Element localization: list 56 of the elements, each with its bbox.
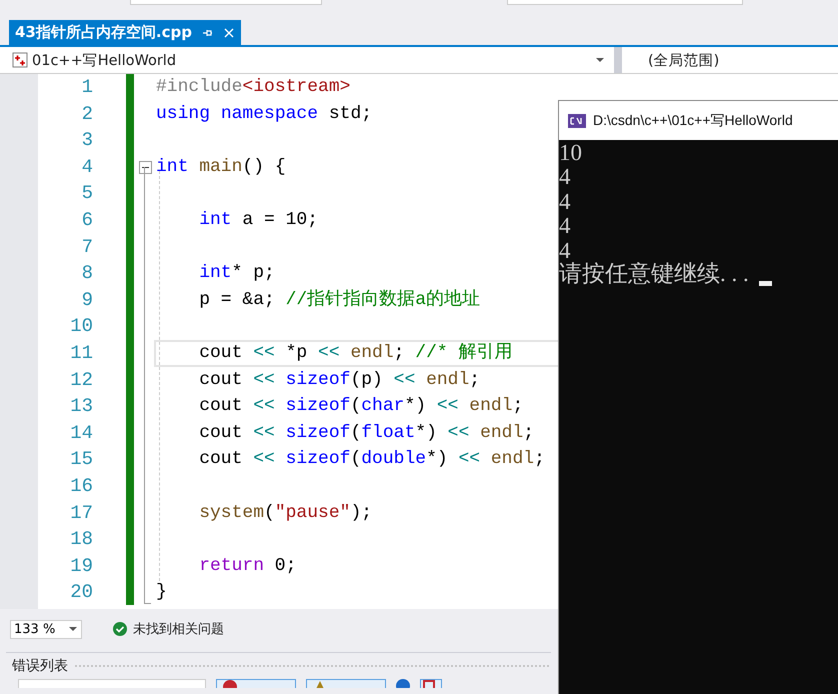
window-title: D:\csdn\c++\01c++写HelloWorld [593,112,793,130]
line-number: 12 [70,368,93,391]
caret-icon [69,627,77,631]
line-number: 9 [82,288,93,311]
line-number: 3 [82,129,93,152]
line-number: 17 [70,502,93,524]
code-line: using namespace std; [156,104,372,124]
close-icon[interactable] [223,26,235,38]
line-number: 14 [70,422,93,444]
code-line: cout << sizeof(double*) << endl; [199,449,545,470]
code-line: #include<iostream> [156,77,350,97]
panel-title: 错误列表 [12,657,68,675]
console-output: 4 [559,213,570,240]
console-icon [568,114,586,128]
issues-status: 未找到相关问题 [133,621,224,638]
toolbar-field[interactable] [130,0,322,5]
code-line: } [156,582,167,602]
line-number: 11 [70,342,93,364]
console-output: 4 [559,188,570,215]
scope-dropdown[interactable]: (全局范围) [622,47,838,73]
line-number: 4 [82,156,93,178]
code-line: int a = 10; [199,210,318,230]
collapse-icon[interactable] [138,160,152,174]
check-icon [113,622,127,636]
zoom-dropdown[interactable]: 133 % [10,620,82,638]
document-tab[interactable]: 43指针所占内存空间.cpp [9,20,241,45]
code-line: cout << sizeof(float*) << endl; [199,422,534,443]
project-icon [12,52,28,68]
code-line: int main() { [156,156,286,177]
line-number: 20 [70,581,93,604]
console-window[interactable]: D:\csdn\c++\01c++写HelloWorld 10 4 4 4 4 请按任意键继续. . . [558,100,838,694]
line-number: 18 [70,528,93,550]
line-number: 6 [82,208,93,231]
line-number: 15 [70,448,93,470]
caret-icon [596,58,604,62]
code-line: cout << sizeof(p) << endl; [199,370,480,390]
line-number: 1 [82,76,93,98]
code-line: cout << *p << endl; //* 解引用 [199,342,512,363]
line-number: 10 [70,315,93,338]
code-line: system("pause"); [199,502,372,522]
console-output: 4 [559,164,570,190]
code-line: p = &a; //指针指向数据a的地址 [199,290,480,310]
line-number: 5 [82,182,93,204]
line-number: 8 [82,262,93,284]
console-output: 10 [559,140,582,166]
line-number: 19 [70,554,93,577]
line-number: 2 [82,102,93,125]
line-number: 7 [82,236,93,258]
toolbar-field[interactable] [507,0,743,5]
code-line: return 0; [199,556,296,576]
line-number: 13 [70,395,93,418]
code-line: int* p; [199,263,275,284]
project-dropdown[interactable]: 01c++写HelloWorld [0,47,614,73]
text-cursor [758,280,772,286]
code-line: cout << sizeof(char*) << endl; [199,396,524,416]
line-number: 16 [70,474,93,497]
